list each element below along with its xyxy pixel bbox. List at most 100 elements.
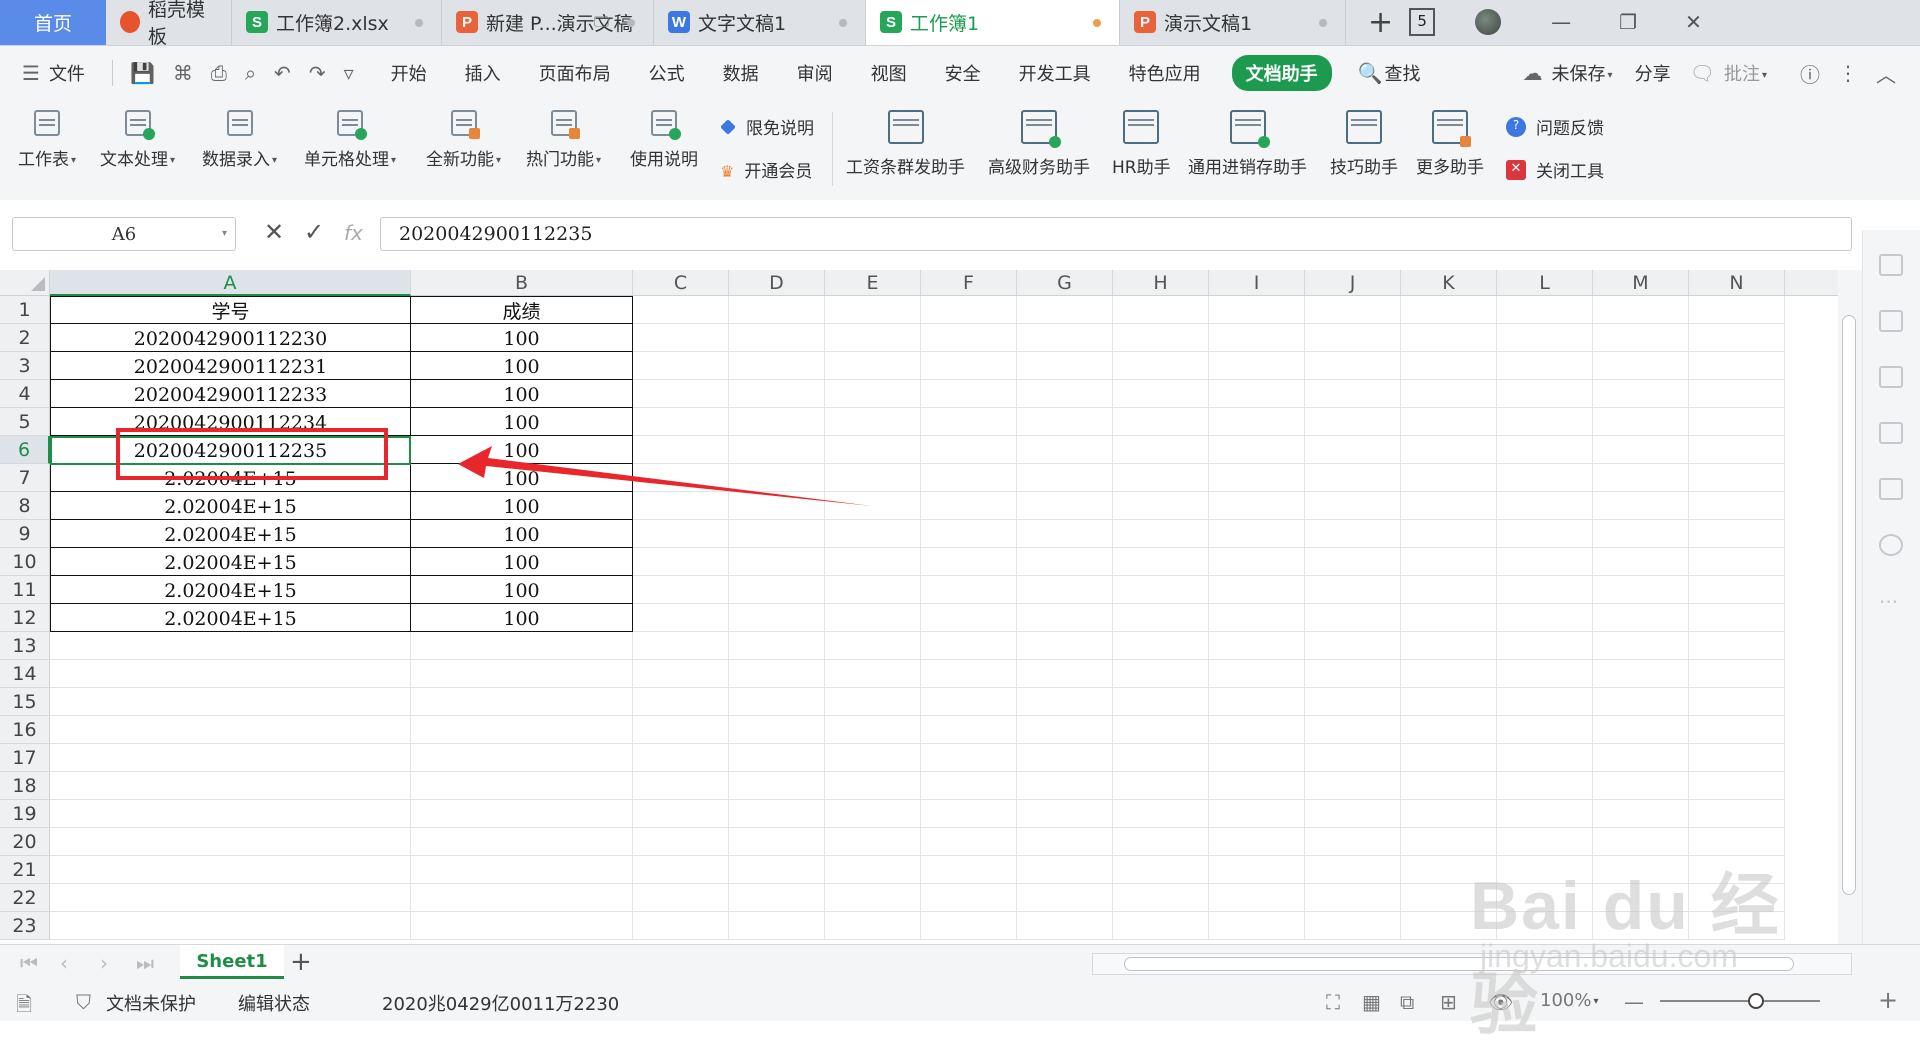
comment-button[interactable]: 批注 ▾ [1724, 60, 1767, 86]
column-header-c[interactable]: C [633, 270, 729, 296]
vip-link[interactable]: ♛ 开通会员 [720, 157, 812, 183]
page-layout-view-icon[interactable]: ⊞ [1440, 990, 1457, 1014]
tab-status-dot[interactable] [1093, 19, 1101, 27]
save-icon[interactable]: 💾 [130, 61, 155, 85]
ribbon-inventory-helper-button[interactable]: 通用进销存助手 [1188, 110, 1307, 178]
tab-status-dot[interactable] [839, 19, 847, 27]
ribbon-data-entry-button[interactable]: 数据录入 ▾ [202, 110, 277, 170]
column-header-e[interactable]: E [825, 270, 921, 296]
row-header-17[interactable]: 17 [0, 744, 50, 772]
chart-tool-icon[interactable] [1879, 310, 1903, 332]
table-cell[interactable]: 100 [411, 604, 633, 632]
table-cell[interactable]: 2020042900112233 [50, 380, 411, 408]
column-header-l[interactable]: L [1497, 270, 1593, 296]
row-header-22[interactable]: 22 [0, 884, 50, 912]
tab-writer-doc[interactable]: W 文字文稿1 [654, 0, 866, 45]
row-header-12[interactable]: 12 [0, 604, 50, 632]
name-box[interactable]: A6 ▾ [12, 217, 236, 251]
tab-status-dot[interactable] [415, 19, 423, 27]
tab-status-dot[interactable] [1319, 19, 1327, 27]
tab-new-presentation[interactable]: P 新建 P...演示文稿 🖵 [442, 0, 654, 45]
column-header-b[interactable]: B [411, 270, 633, 296]
row-header-19[interactable]: 19 [0, 800, 50, 828]
row-header-21[interactable]: 21 [0, 856, 50, 884]
row-header-11[interactable]: 11 [0, 576, 50, 604]
row-header-7[interactable]: 7 [0, 464, 50, 492]
row-header-16[interactable]: 16 [0, 716, 50, 744]
table-cell[interactable]: 100 [411, 380, 633, 408]
zoom-in-icon[interactable]: + [1878, 986, 1898, 1014]
row-header-6[interactable]: 6 [0, 436, 50, 464]
table-cell[interactable]: 100 [411, 324, 633, 352]
spreadsheet-grid[interactable]: A B C D E F G H I J K L M N 1 2 3 4 5 6 7 8 9 10 11 12 13 14 15 16 17 1… [0, 270, 1838, 944]
menu-insert[interactable]: 插入 [465, 60, 501, 86]
ribbon-more-helpers-button[interactable]: 更多助手 [1416, 110, 1484, 178]
menu-page-layout[interactable]: 页面布局 [539, 60, 611, 86]
row-header-18[interactable]: 18 [0, 772, 50, 800]
table-cell[interactable]: 100 [411, 520, 633, 548]
menu-doc-assistant[interactable]: 文档助手 [1231, 55, 1332, 91]
column-header-f[interactable]: F [921, 270, 1017, 296]
undo-icon[interactable]: ↶ [274, 61, 291, 85]
ribbon-finance-helper-button[interactable]: 高级财务助手 [988, 110, 1090, 178]
ribbon-cell-processing-button[interactable]: 单元格处理 ▾ [304, 110, 396, 170]
menu-file[interactable]: 文件 [49, 60, 85, 86]
row-header-14[interactable]: 14 [0, 660, 50, 688]
row-header-15[interactable]: 15 [0, 688, 50, 716]
table-cell[interactable]: 100 [411, 576, 633, 604]
ribbon-payroll-helper-button[interactable]: 工资条群发助手 [846, 110, 965, 178]
column-header-d[interactable]: D [729, 270, 825, 296]
ribbon-tips-helper-button[interactable]: 技巧助手 [1330, 110, 1398, 178]
hamburger-menu-icon[interactable]: ☰ [22, 61, 40, 85]
row-header-10[interactable]: 10 [0, 548, 50, 576]
page-break-view-icon[interactable]: ⧉ [1400, 990, 1414, 1014]
next-sheet-icon[interactable]: › [100, 951, 108, 975]
confirm-edit-icon[interactable]: ✓ [304, 218, 324, 246]
row-header-23[interactable]: 23 [0, 912, 50, 940]
menu-home[interactable]: 开始 [391, 60, 427, 86]
tab-home[interactable]: 首页 [0, 0, 106, 45]
column-header-m[interactable]: M [1593, 270, 1689, 296]
table-cell[interactable]: 100 [411, 352, 633, 380]
help-icon[interactable]: ⓘ [1800, 59, 1820, 88]
table-cell[interactable]: 2.02004E+15 [50, 520, 411, 548]
cancel-edit-icon[interactable]: ✕ [264, 218, 284, 246]
vertical-scroll-thumb[interactable] [1842, 315, 1856, 895]
table-cell[interactable]: 100 [411, 548, 633, 576]
unsaved-status[interactable]: 未保存 ▾ [1552, 60, 1613, 86]
table-cell[interactable]: 100 [411, 464, 633, 492]
prev-sheet-icon[interactable]: ‹ [60, 951, 68, 975]
more-vertical-icon[interactable]: ⋮ [1838, 61, 1858, 85]
search-icon[interactable]: 🔍 [1358, 61, 1383, 85]
row-header-13[interactable]: 13 [0, 632, 50, 660]
free-description-link[interactable]: 限免说明 [720, 114, 814, 139]
share-button[interactable]: 分享 [1635, 60, 1671, 86]
tab-workbook1[interactable]: S 工作簿1 [866, 0, 1120, 45]
tab-workbook2[interactable]: S 工作簿2.xlsx [232, 0, 442, 45]
formula-input[interactable]: 2020042900112235 [380, 217, 1852, 251]
table-cell[interactable]: 100 [411, 492, 633, 520]
user-avatar[interactable] [1475, 9, 1502, 35]
column-header-i[interactable]: I [1209, 270, 1305, 296]
ribbon-worksheet-button[interactable]: 工作表 ▾ [18, 110, 76, 170]
row-header-3[interactable]: 3 [0, 352, 50, 380]
tab-status-dot[interactable] [627, 19, 635, 27]
backup-icon[interactable] [1879, 478, 1903, 500]
new-tab-plus-icon[interactable]: + [1368, 5, 1393, 40]
menu-review[interactable]: 审阅 [797, 60, 833, 86]
fullscreen-icon[interactable]: ⛶ [1326, 990, 1340, 1014]
row-header-5[interactable]: 5 [0, 408, 50, 436]
table-cell[interactable]: 100 [411, 436, 633, 464]
row-header-4[interactable]: 4 [0, 380, 50, 408]
tab-presentation1[interactable]: P 演示文稿1 [1120, 0, 1346, 45]
table-cell[interactable]: 2020042900112231 [50, 352, 411, 380]
table-cell[interactable]: 2.02004E+15 [50, 548, 411, 576]
row-header-1[interactable]: 1 [0, 296, 50, 324]
table-cell[interactable]: 2.02004E+15 [50, 576, 411, 604]
help-panel-icon[interactable] [1879, 534, 1903, 556]
chevron-down-icon[interactable]: ▾ [222, 228, 227, 239]
menu-security[interactable]: 安全 [945, 60, 981, 86]
more-horizontal-icon[interactable]: ··· [1879, 590, 1898, 614]
document-icon[interactable]: 🗎 [16, 990, 32, 1024]
column-header-h[interactable]: H [1113, 270, 1209, 296]
